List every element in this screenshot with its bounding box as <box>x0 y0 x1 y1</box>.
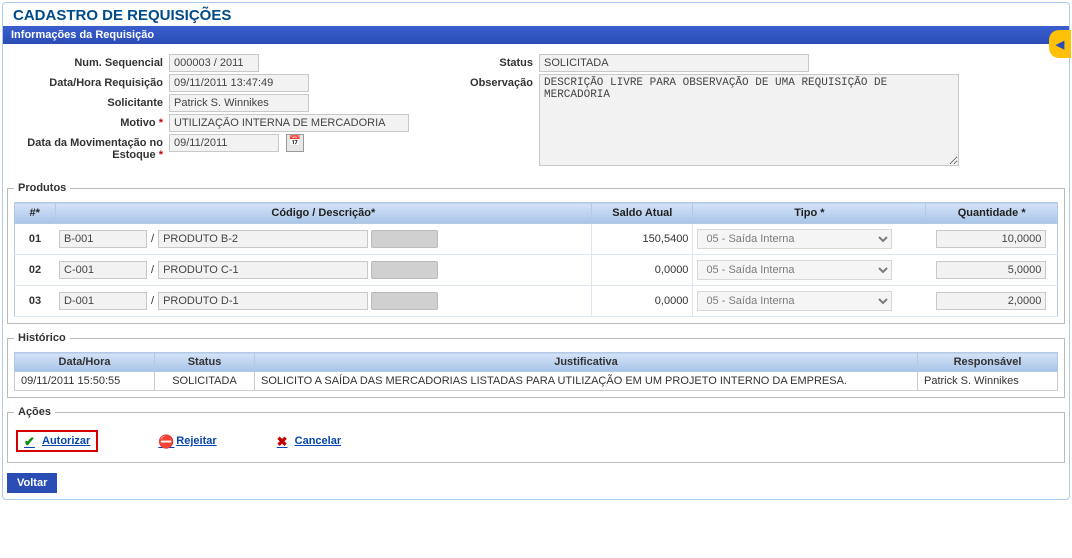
voltar-button[interactable]: Voltar <box>7 473 57 493</box>
table-row: 03/ Pesquisar0,000005 - Saída Interna <box>15 286 1058 317</box>
obs-field[interactable]: DESCRIÇÃO LIVRE PARA OBSERVAÇÃO DE UMA R… <box>539 74 959 166</box>
hist-col-justificativa: Justificativa <box>255 353 918 372</box>
historico-fieldset: Histórico Data/Hora Status Justificativa… <box>7 332 1065 398</box>
descricao-input[interactable] <box>158 292 368 310</box>
data-mov-label: Data da Movimentação no Estoque * <box>9 134 169 161</box>
row-idx: 01 <box>15 224 56 255</box>
hist-justificativa: SOLICITO A SAÍDA DAS MERCADORIAS LISTADA… <box>255 372 918 391</box>
motivo-label: Motivo * <box>9 114 169 129</box>
cancelar-button[interactable]: Cancelar <box>277 434 341 448</box>
cancel-icon <box>277 434 291 448</box>
saldo-cell: 150,5400 <box>592 224 693 255</box>
check-icon <box>24 434 38 448</box>
col-qtd: Quantidade * <box>926 203 1058 224</box>
page-title: CADASTRO DE REQUISIÇÕES <box>3 3 1069 26</box>
historico-legend: Histórico <box>14 332 70 344</box>
solicitante-label: Solicitante <box>9 94 169 109</box>
pesquisar-button[interactable]: Pesquisar <box>371 230 438 248</box>
hist-responsavel: Patrick S. Winnikes <box>918 372 1058 391</box>
datahora-label: Data/Hora Requisição <box>9 74 169 89</box>
row-idx: 03 <box>15 286 56 317</box>
quantidade-input[interactable] <box>936 261 1046 279</box>
info-header: Informações da Requisição <box>3 26 1069 44</box>
hist-status: SOLICITADA <box>155 372 255 391</box>
status-label: Status <box>449 54 539 69</box>
calendar-icon[interactable]: 📅 <box>286 134 304 152</box>
codigo-input[interactable] <box>59 261 147 279</box>
tipo-select[interactable]: 05 - Saída Interna <box>697 229 892 249</box>
data-mov-field[interactable] <box>169 134 279 152</box>
side-panel-toggle[interactable]: ◀ <box>1049 30 1071 58</box>
table-row: 01/ Pesquisar150,540005 - Saída Interna <box>15 224 1058 255</box>
num-seq-field <box>169 54 259 72</box>
descricao-input[interactable] <box>158 261 368 279</box>
solicitante-field <box>169 94 309 112</box>
codigo-input[interactable] <box>59 292 147 310</box>
hist-datahora: 09/11/2011 15:50:55 <box>15 372 155 391</box>
hist-col-responsavel: Responsável <box>918 353 1058 372</box>
col-saldo: Saldo Atual <box>592 203 693 224</box>
quantidade-input[interactable] <box>936 292 1046 310</box>
row-idx: 02 <box>15 255 56 286</box>
table-row: 02/ Pesquisar0,000005 - Saída Interna <box>15 255 1058 286</box>
datahora-field <box>169 74 309 92</box>
motivo-field[interactable] <box>169 114 409 132</box>
rejeitar-button[interactable]: Rejeitar <box>158 434 216 448</box>
hist-row: 09/11/2011 15:50:55SOLICITADASOLICITO A … <box>15 372 1058 391</box>
quantidade-input[interactable] <box>936 230 1046 248</box>
hist-col-datahora: Data/Hora <box>15 353 155 372</box>
codigo-input[interactable] <box>59 230 147 248</box>
col-codigo-desc: Código / Descrição* <box>55 203 592 224</box>
acoes-fieldset: Ações Autorizar Rejeitar Cancelar <box>7 406 1065 463</box>
tipo-select[interactable]: 05 - Saída Interna <box>697 291 892 311</box>
tipo-select[interactable]: 05 - Saída Interna <box>697 260 892 280</box>
col-tipo: Tipo * <box>693 203 926 224</box>
produtos-legend: Produtos <box>14 182 70 194</box>
col-idx: #* <box>15 203 56 224</box>
pesquisar-button[interactable]: Pesquisar <box>371 292 438 310</box>
num-seq-label: Num. Sequencial <box>9 54 169 69</box>
autorizar-button[interactable]: Autorizar <box>16 430 98 452</box>
status-field <box>539 54 809 72</box>
hist-col-status: Status <box>155 353 255 372</box>
obs-label: Observação <box>449 74 539 89</box>
descricao-input[interactable] <box>158 230 368 248</box>
deny-icon <box>158 434 172 448</box>
produtos-fieldset: Produtos #* Código / Descrição* Saldo At… <box>7 182 1065 324</box>
pesquisar-button[interactable]: Pesquisar <box>371 261 438 279</box>
saldo-cell: 0,0000 <box>592 286 693 317</box>
acoes-legend: Ações <box>14 406 55 418</box>
saldo-cell: 0,0000 <box>592 255 693 286</box>
